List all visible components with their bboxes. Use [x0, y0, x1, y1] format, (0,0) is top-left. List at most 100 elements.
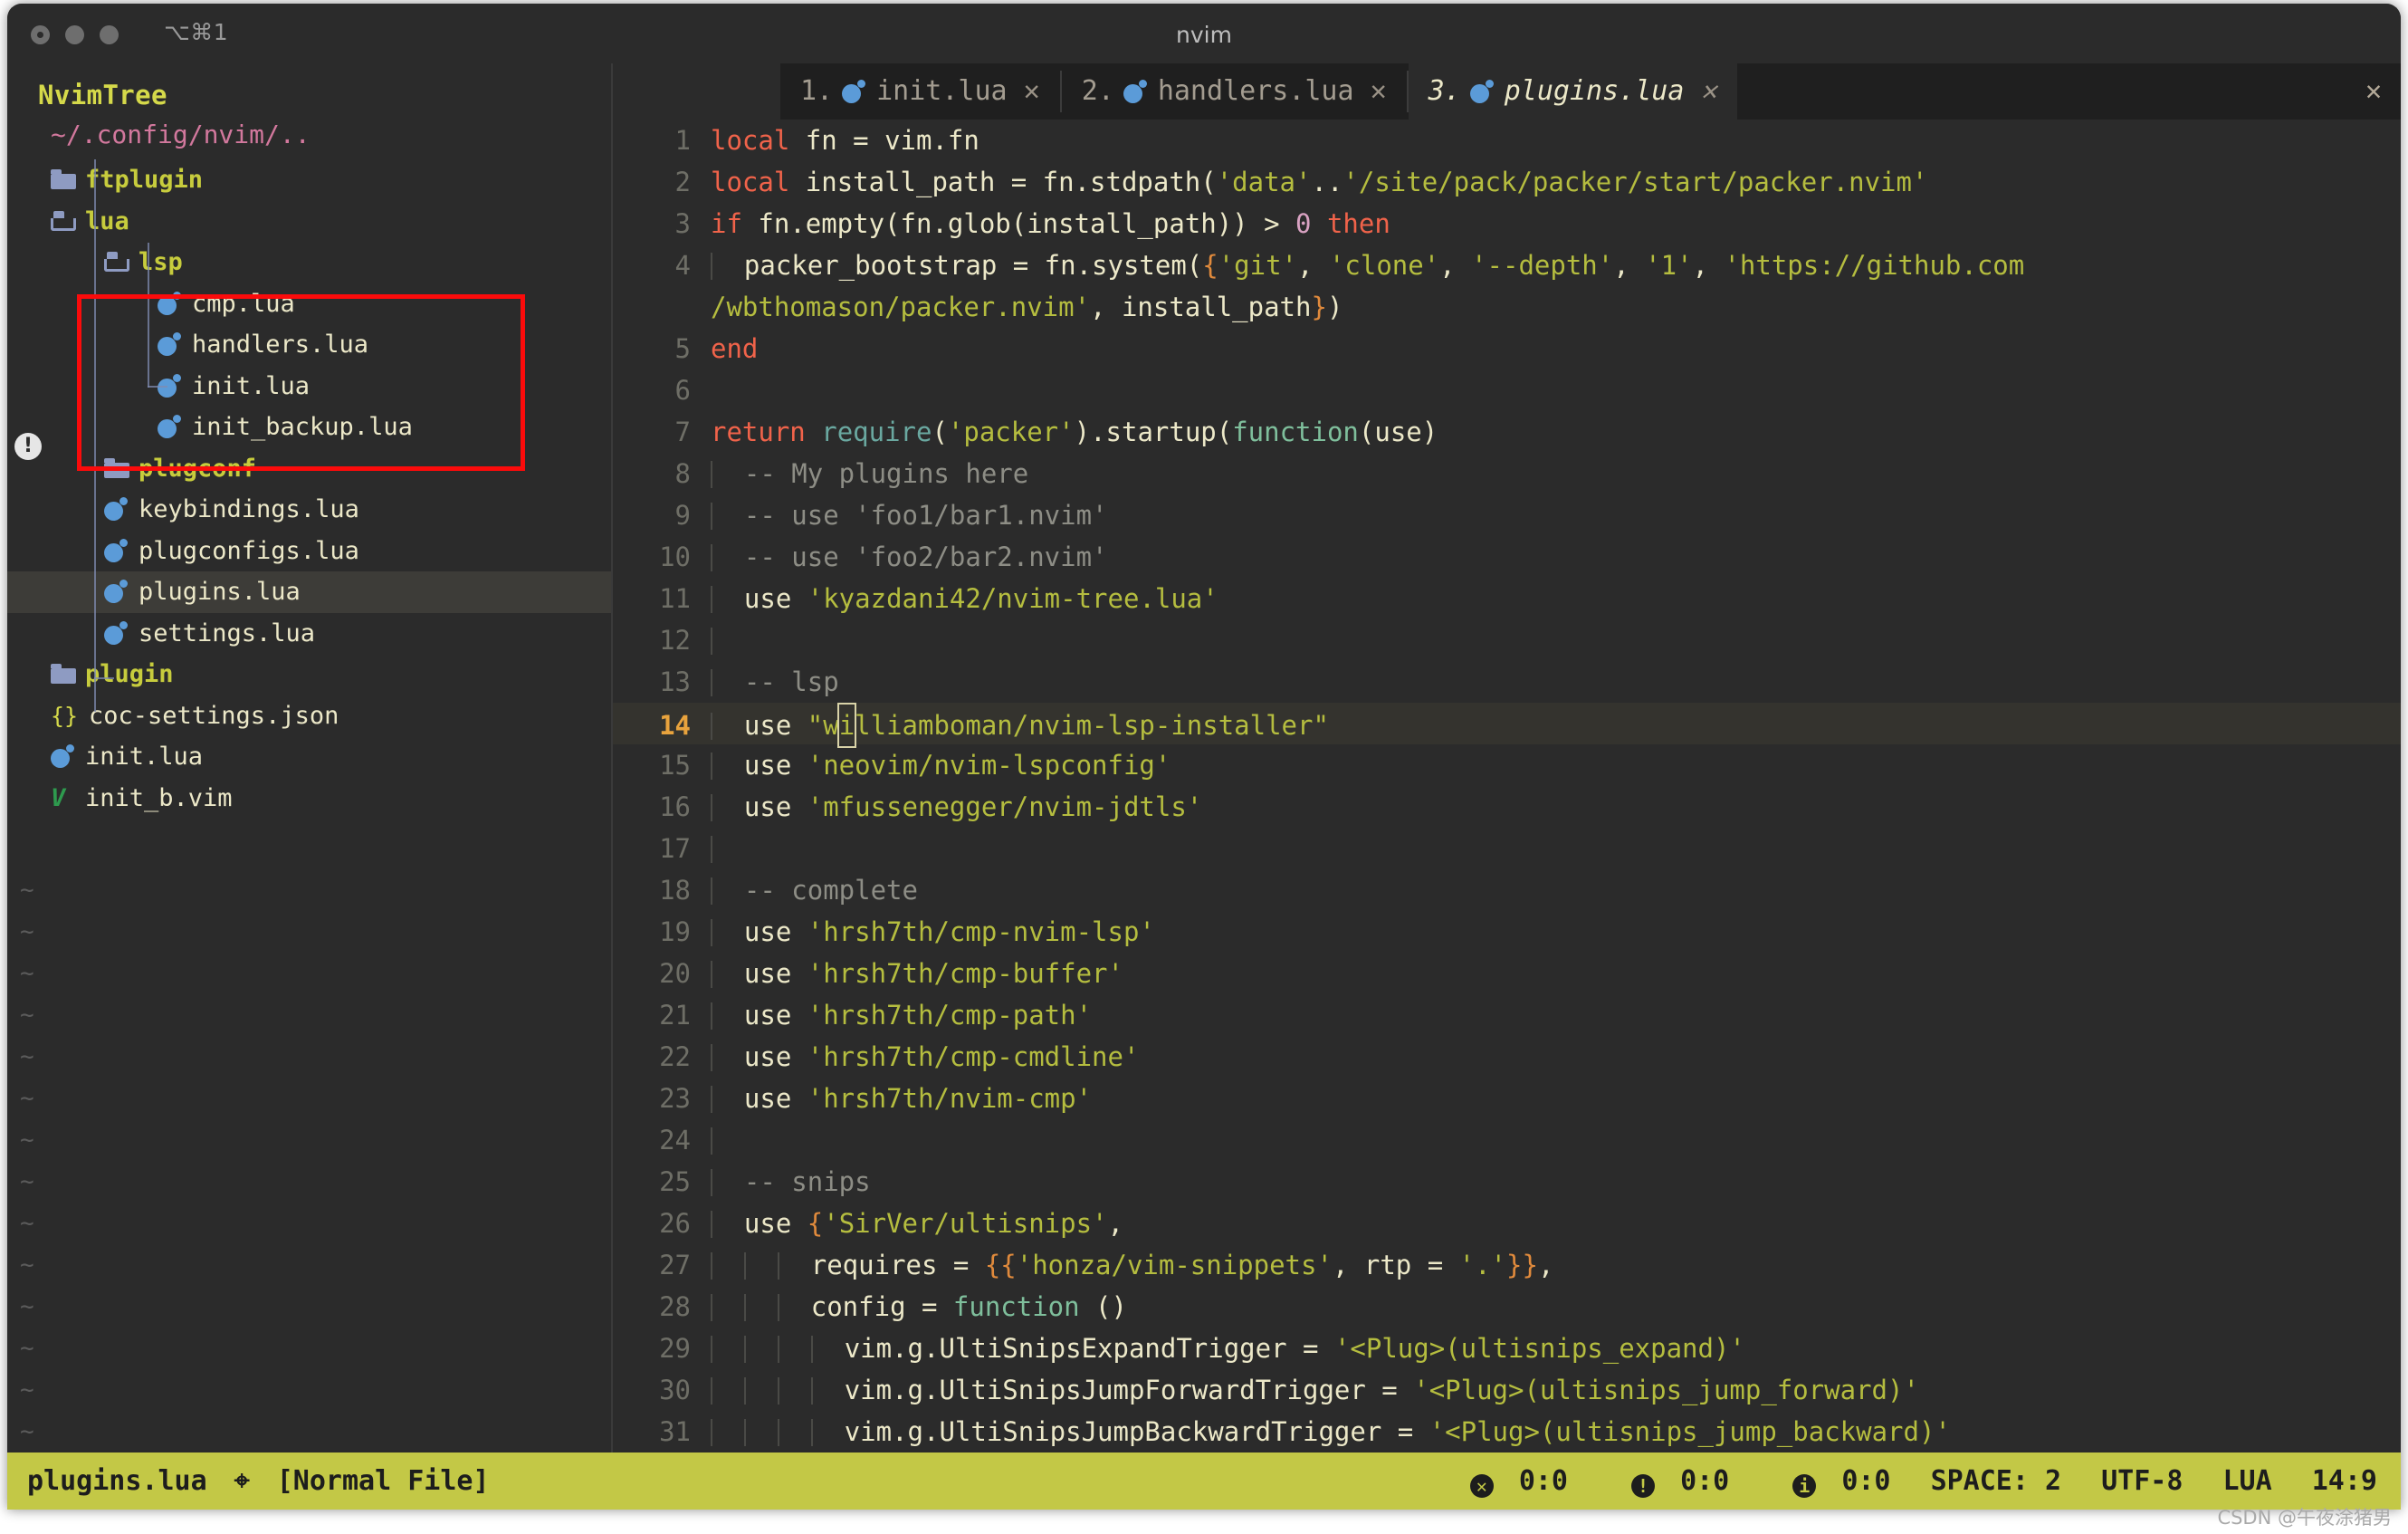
code-line[interactable]: 5 end	[613, 328, 2401, 369]
code-token: function	[952, 1291, 1080, 1322]
tree-item-init-backup-lua[interactable]: init_backup.lua	[7, 407, 612, 448]
empty-line-marker: ~	[20, 1293, 34, 1320]
code-line[interactable]: 9 -- use 'foo1/bar1.nvim'	[613, 494, 2401, 536]
tree-item-plugconfigs-lua[interactable]: plugconfigs.lua	[7, 531, 612, 572]
nvimtree-root-path: ~/.config/nvim/..	[51, 120, 311, 149]
code-line[interactable]: 22 use 'hrsh7th/cmp-cmdline'	[613, 1036, 2401, 1078]
code-line[interactable]: 23 use 'hrsh7th/nvim-cmp'	[613, 1078, 2401, 1119]
tree-item-plugin[interactable]: plugin	[7, 654, 612, 695]
code-line[interactable]: 18 -- complete	[613, 869, 2401, 911]
text-cursor: i	[836, 703, 857, 748]
tree-item-label: lua	[85, 206, 129, 235]
code-token: require	[821, 417, 932, 447]
tab-bar[interactable]: ✕ 1. init.lua ✕ 2. handlers.lua ✕ 3. plugins.lu…	[613, 63, 2401, 120]
line-number: 23	[659, 1083, 691, 1114]
tab-close-icon[interactable]: ✕	[1024, 75, 1040, 107]
tree-item-plugconf[interactable]: plugconf	[7, 448, 612, 490]
lua-file-icon	[842, 80, 866, 103]
code-token: vim.g.UltiSnipsJumpBackwardTrigger =	[844, 1416, 1429, 1447]
code-token: ,	[1692, 250, 1725, 281]
code-line[interactable]: 26 use {'SirVer/ultisnips',	[613, 1203, 2401, 1244]
code-line[interactable]: 13 -- lsp	[613, 661, 2401, 703]
code-token: (use)	[1358, 417, 1438, 447]
code-token: (	[932, 417, 948, 447]
code-token: then	[1326, 208, 1390, 239]
code-line[interactable]: 21 use 'hrsh7th/cmp-path'	[613, 994, 2401, 1036]
tree-item-settings-lua[interactable]: settings.lua	[7, 613, 612, 655]
code-line[interactable]: 15 use 'neovim/nvim-lspconfig'	[613, 744, 2401, 786]
code-line[interactable]: 2 local install_path = fn.stdpath('data'.…	[613, 161, 2401, 203]
code-line[interactable]: 30 vim.g.UltiSnipsJumpForwardTrigger = '…	[613, 1369, 2401, 1411]
code-token: '--depth'	[1471, 250, 1614, 281]
code-token: , install_path	[1090, 292, 1312, 322]
tab-close-icon[interactable]: ✕	[1371, 75, 1387, 107]
tree-item-init-lua[interactable]: init.lua	[7, 736, 612, 778]
tree-item-label: settings.lua	[139, 618, 316, 647]
code-token: use	[743, 1083, 807, 1114]
empty-line-marker: ~	[20, 1210, 34, 1237]
code-line[interactable]: 16 use 'mfussenegger/nvim-jdtls'	[613, 786, 2401, 828]
tree-item-keybindings-lua[interactable]: keybindings.lua	[7, 489, 612, 531]
code-token: 'neovim/nvim-lspconfig'	[807, 750, 1171, 781]
code-line[interactable]: 12	[613, 619, 2401, 661]
code-line[interactable]: 8 -- My plugins here	[613, 453, 2401, 494]
code-line[interactable]: /wbthomason/packer.nvim', install_path})	[613, 286, 2401, 328]
code-line[interactable]: 3 if fn.empty(fn.glob(install_path)) > 0 …	[613, 203, 2401, 244]
line-number: 25	[659, 1166, 691, 1197]
code-line[interactable]: 29 vim.g.UltiSnipsExpandTrigger = '<Plug…	[613, 1328, 2401, 1369]
line-number: 27	[659, 1250, 691, 1280]
code-line[interactable]: 31 vim.g.UltiSnipsJumpBackwardTrigger = …	[613, 1411, 2401, 1453]
tree-item-handlers-lua[interactable]: handlers.lua	[7, 324, 612, 366]
code-line[interactable]: 4 packer_bootstrap = fn.system({'git', '…	[613, 244, 2401, 286]
code-line[interactable]: 28 config = function ()	[613, 1286, 2401, 1328]
nvimtree-sidebar[interactable]: NvimTree ~/.config/nvim/.. ftplugin lua ls…	[7, 63, 612, 1453]
tab-init-lua[interactable]: 1. init.lua ✕	[780, 63, 1060, 120]
code-line-current[interactable]: 14 use "williamboman/nvim-lsp-installer"	[613, 703, 2401, 748]
code-line[interactable]: 1 local fn = vim.fn	[613, 120, 2401, 161]
code-line[interactable]: 7 return require('packer').startup(functi…	[613, 411, 2401, 453]
close-tab-button[interactable]: ✕	[2346, 63, 2401, 120]
code-line[interactable]: 6	[613, 369, 2401, 411]
code-token: /wbthomason/packer.nvim'	[711, 292, 1091, 322]
code-line[interactable]: 27 requires = {{'honza/vim-snippets', rt…	[613, 1244, 2401, 1286]
tree-item-label: plugin	[85, 660, 174, 688]
code-line[interactable]: 11 use 'kyazdani42/nvim-tree.lua'	[613, 578, 2401, 619]
code-editor[interactable]: 1 local fn = vim.fn 2 local install_path = …	[613, 120, 2401, 1453]
line-number: 15	[659, 750, 691, 781]
code-line[interactable]: 25 -- snips	[613, 1161, 2401, 1203]
code-token: -- My plugins here	[743, 458, 1029, 489]
tab-handlers-lua[interactable]: 2. handlers.lua ✕	[1061, 63, 1407, 120]
tree-item-plugins-lua[interactable]: plugins.lua	[7, 571, 612, 613]
tree-item-coc-settings-json[interactable]: {} coc-settings.json	[7, 695, 612, 737]
code-line[interactable]: 17	[613, 828, 2401, 869]
code-token: use	[743, 791, 807, 822]
code-line[interactable]: 10 -- use 'foo2/bar2.nvim'	[613, 536, 2401, 578]
tree-item-init-lua[interactable]: init.lua	[7, 366, 612, 407]
line-number: 22	[659, 1041, 691, 1072]
tree-item-cmp-lua[interactable]: cmp.lua	[7, 283, 612, 325]
info-icon: i	[1792, 1474, 1817, 1498]
tree-item-init-b-vim[interactable]: Vinit_b.vim	[7, 778, 612, 820]
tree-item-lsp[interactable]: lsp	[7, 242, 612, 283]
tree-item-ftplugin[interactable]: ftplugin	[7, 159, 612, 201]
tree-item-lua[interactable]: lua	[7, 201, 612, 243]
tab-plugins-lua[interactable]: 3. plugins.lua ✕	[1408, 63, 1737, 120]
tab-close-icon[interactable]: ✕	[1700, 75, 1716, 107]
file-tree[interactable]: ftplugin lua lsp cmp.lua handlers.lua init.lu…	[7, 159, 612, 819]
code-line[interactable]: 20 use 'hrsh7th/cmp-buffer'	[613, 953, 2401, 994]
code-token: {	[1202, 250, 1218, 281]
line-number: 18	[659, 875, 691, 906]
code-line[interactable]: 19 use 'hrsh7th/cmp-nvim-lsp'	[613, 911, 2401, 953]
editor-pane[interactable]: ✕ 1. init.lua ✕ 2. handlers.lua ✕ 3. plugins.lu…	[613, 63, 2401, 1453]
lua-file-icon	[1123, 80, 1147, 103]
empty-line-marker: ~	[20, 1418, 34, 1445]
code-line[interactable]: 24	[613, 1119, 2401, 1161]
